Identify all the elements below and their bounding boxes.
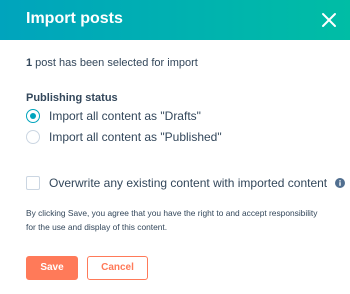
selection-text: post has been selected for import [32, 57, 198, 69]
radio-import-drafts[interactable]: Import all content as "Drafts" [26, 108, 201, 124]
close-button[interactable] [318, 9, 340, 31]
save-button[interactable]: Save [26, 256, 78, 280]
radio-import-published[interactable]: Import all content as "Published" [26, 129, 222, 145]
overwrite-label: Overwrite any existing content with impo… [49, 176, 328, 190]
radio-button-drafts[interactable] [26, 109, 40, 123]
save-disclaimer: By clicking Save, you agree that you hav… [26, 208, 318, 232]
radio-button-published[interactable] [26, 130, 40, 144]
cancel-button[interactable]: Cancel [87, 256, 148, 280]
radio-label-drafts: Import all content as "Drafts" [49, 109, 201, 123]
close-icon [322, 13, 336, 27]
import-posts-dialog: Import posts 1 post has been selected fo… [0, 0, 350, 294]
overwrite-option[interactable]: Overwrite any existing content with impo… [26, 175, 346, 191]
selection-summary: 1 post has been selected for import [26, 56, 198, 70]
radio-label-published: Import all content as "Published" [49, 130, 222, 144]
overwrite-checkbox[interactable] [26, 176, 40, 190]
info-icon[interactable] [335, 178, 346, 188]
publishing-status-label: Publishing status [26, 92, 118, 104]
dialog-title: Import posts [26, 10, 123, 27]
dialog-header: Import posts [0, 0, 350, 40]
